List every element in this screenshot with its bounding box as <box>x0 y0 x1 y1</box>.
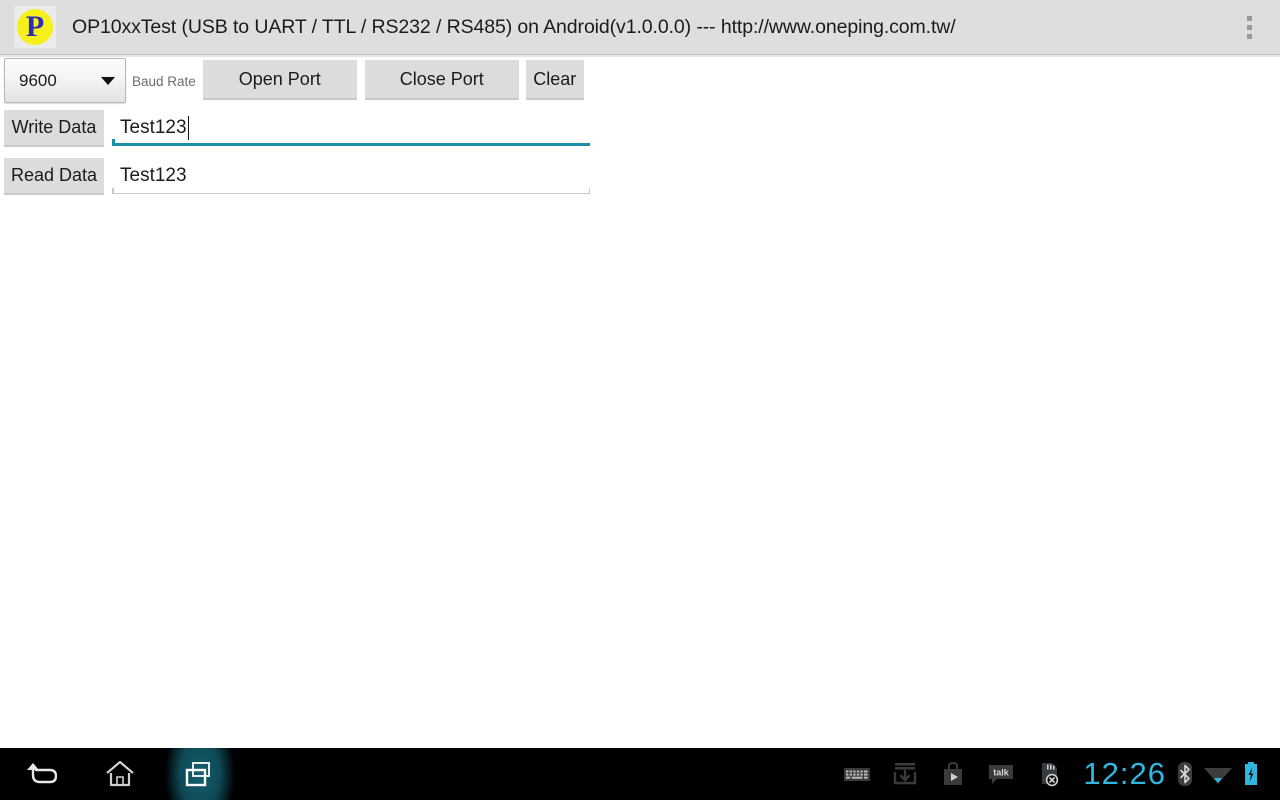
write-data-underline <box>112 139 590 146</box>
keyboard-icon[interactable] <box>833 748 881 800</box>
app-screen: P OP10xxTest (USB to UART / TTL / RS232 … <box>0 0 1280 800</box>
overflow-dot <box>1246 25 1252 30</box>
read-data-button[interactable]: Read Data <box>4 158 104 195</box>
nav-buttons-group <box>0 748 240 800</box>
system-navigation-bar: talk 12:26 <box>0 748 1280 800</box>
overflow-dot <box>1246 16 1252 21</box>
play-store-icon[interactable] <box>929 748 977 800</box>
talk-label: talk <box>994 768 1011 778</box>
baud-rate-spinner[interactable]: 9600 <box>4 58 126 103</box>
write-data-field-wrap: Test123 <box>112 110 590 146</box>
baud-rate-value: 9600 <box>19 70 57 90</box>
recent-apps-icon[interactable] <box>160 748 240 800</box>
wifi-icon[interactable] <box>1200 748 1236 800</box>
battery-charging-icon[interactable] <box>1236 748 1266 800</box>
read-data-field-wrap: Test123 <box>112 158 590 194</box>
read-data-value: Test123 <box>120 165 187 186</box>
read-data-underline <box>112 188 590 194</box>
title-bar: P OP10xxTest (USB to UART / TTL / RS232 … <box>0 0 1280 57</box>
chevron-down-icon <box>101 76 115 85</box>
home-icon[interactable] <box>80 748 160 800</box>
overflow-menu-icon[interactable] <box>1232 0 1266 55</box>
bluetooth-icon[interactable] <box>1170 748 1200 800</box>
page-title: OP10xxTest (USB to UART / TTL / RS232 / … <box>72 15 956 38</box>
baud-rate-label: Baud Rate <box>132 74 196 89</box>
toolbar: 9600 Baud Rate Open Port Close Port Clea… <box>0 58 584 103</box>
oneping-p-logo-icon: P <box>14 6 56 48</box>
download-icon[interactable] <box>881 748 929 800</box>
status-icons-group: talk 12:26 <box>833 748 1280 800</box>
read-data-row: Read Data Test123 <box>0 158 590 195</box>
back-arrow-icon[interactable] <box>0 748 80 800</box>
write-data-input[interactable]: Test123 <box>112 110 590 146</box>
text-cursor <box>187 116 190 140</box>
read-data-input[interactable]: Test123 <box>112 158 590 194</box>
clear-button[interactable]: Clear <box>525 60 584 100</box>
sd-card-removed-icon[interactable] <box>1025 748 1073 800</box>
close-port-button[interactable]: Close Port <box>364 60 519 100</box>
app-icon-letter: P <box>17 9 53 45</box>
open-port-button[interactable]: Open Port <box>202 60 357 100</box>
write-data-row: Write Data Test123 <box>0 110 590 147</box>
talk-icon[interactable]: talk <box>977 748 1025 800</box>
write-data-value: Test123 <box>120 117 187 138</box>
clock: 12:26 <box>1083 756 1166 791</box>
write-data-button[interactable]: Write Data <box>4 110 104 147</box>
overflow-dot <box>1246 34 1252 39</box>
